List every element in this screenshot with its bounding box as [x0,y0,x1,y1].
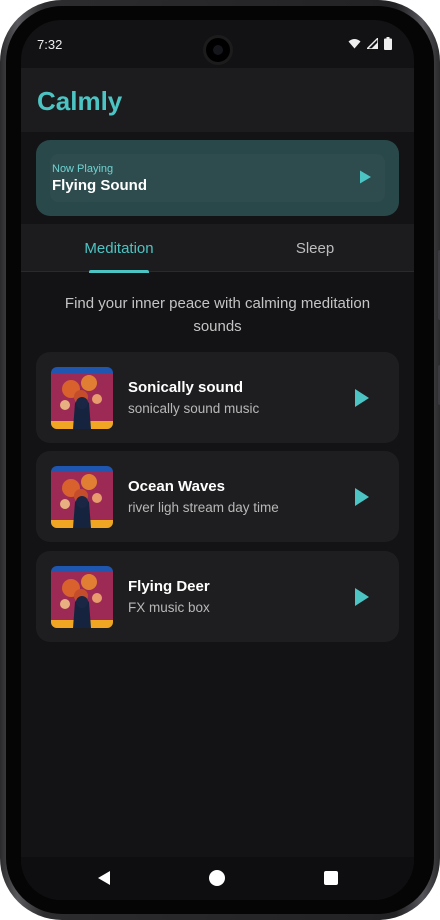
back-icon[interactable] [95,869,113,887]
tab-sleep[interactable]: Sleep [217,224,413,272]
album-cover-image [51,466,113,528]
status-time: 7:32 [37,37,63,52]
track-item[interactable]: Ocean Waves river ligh stream day time [36,451,399,542]
app-header: Calmly [21,68,414,132]
play-icon[interactable] [353,388,371,408]
signal-icon [367,38,378,49]
now-playing-inner: Now Playing Flying Sound [50,154,385,202]
app-title: Calmly [37,86,123,116]
track-title: Ocean Waves [128,478,225,495]
play-icon[interactable] [357,169,373,185]
track-item[interactable]: Flying Deer FX music box [36,551,399,642]
track-title: Flying Deer [128,578,210,595]
tab-sleep-label: Sleep [295,239,335,257]
tab-indicator [89,270,149,273]
description-text: Find your inner peace with calming medit… [64,295,371,335]
battery-icon [384,37,392,50]
track-subtitle: river ligh stream day time [128,500,279,515]
play-icon[interactable] [353,487,371,507]
home-icon[interactable] [208,869,226,887]
album-cover-image [51,566,113,628]
screen: 7:32 Calmly Now Playing Flying Sound Med… [21,20,414,900]
front-camera [203,35,233,65]
status-icons [348,37,392,50]
tab-meditation-label: Meditation [84,239,154,257]
main-content: Now Playing Flying Sound Meditation Slee… [21,132,414,857]
track-item[interactable]: Sonically sound sonically sound music [36,352,399,443]
tab-bar: Meditation Sleep [21,224,414,273]
track-subtitle: sonically sound music [128,401,260,416]
track-subtitle: FX music box [128,600,210,615]
wifi-icon [348,39,361,49]
now-playing-card[interactable]: Now Playing Flying Sound [36,140,399,216]
phone-frame: 7:32 Calmly Now Playing Flying Sound Med… [0,0,440,920]
now-playing-title: Flying Sound [52,177,147,194]
track-title: Sonically sound [128,379,244,396]
play-icon[interactable] [353,587,371,607]
tab-meditation[interactable]: Meditation [21,224,217,273]
album-cover-image [51,367,113,429]
recents-icon[interactable] [322,869,340,887]
status-bar: 7:32 [21,20,414,68]
now-playing-label: Now Playing [52,163,114,175]
system-nav-bar [21,857,414,900]
